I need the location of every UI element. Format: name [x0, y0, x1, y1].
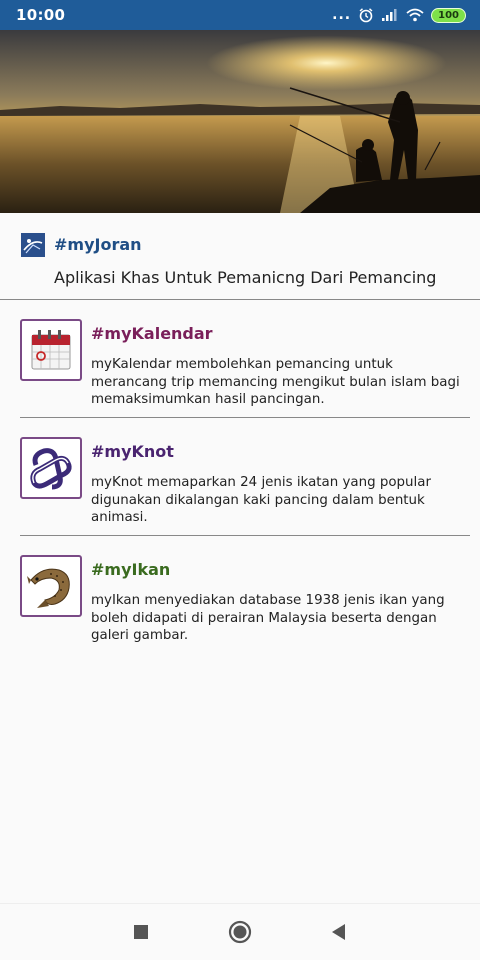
- signal-icon: [382, 9, 397, 21]
- feature-title-text: #myKnot: [91, 442, 174, 461]
- system-nav-bar: [0, 903, 480, 960]
- feature-title: #myIkan: [91, 560, 170, 579]
- calendar-icon: [31, 330, 71, 370]
- recents-square-icon[interactable]: [129, 920, 153, 944]
- fish-icon-frame: [20, 555, 82, 617]
- feature-title-text: #myIkan: [91, 560, 171, 579]
- notification-dots: ...: [332, 7, 352, 23]
- fish-icon: [27, 568, 70, 608]
- feature-card-myknot[interactable]: #myKnot myKnot memaparkan 24 jenis ikata…: [0, 418, 480, 536]
- feature-card-myikan[interactable]: #myIkan myIkan menyediakan database 1938…: [0, 536, 480, 654]
- feature-description: myKalendar membolehkan pemancing untuk m…: [91, 357, 460, 407]
- app-header: #myJoran Aplikasi Khas Untuk Pemanicng D…: [0, 213, 480, 300]
- alarm-icon: [359, 8, 373, 23]
- hero-banner: [0, 30, 480, 213]
- app-name: #myJoran: [54, 235, 142, 254]
- feature-title-text: #myKalendar: [91, 324, 213, 343]
- feature-title: #myKnot: [91, 442, 174, 461]
- knot-icon: [30, 448, 72, 490]
- sunset-fishing-photo: [0, 30, 480, 213]
- battery-icon: 100: [431, 7, 466, 23]
- status-bar: 10:00 ... 100: [0, 0, 480, 30]
- status-time: 10:00: [16, 6, 66, 24]
- myjoran-logo-icon: [21, 233, 45, 257]
- feature-card-mykalendar[interactable]: #myKalendar myKalendar membolehkan peman…: [0, 300, 480, 418]
- wifi-icon: [406, 8, 424, 22]
- knot-icon-frame: [20, 437, 82, 499]
- calendar-icon-frame: [20, 319, 82, 381]
- home-circle-icon[interactable]: [228, 920, 252, 944]
- app-tagline: Aplikasi Khas Untuk Pemanicng Dari Peman…: [54, 268, 437, 287]
- feature-description: myIkan menyediakan database 1938 jenis i…: [91, 593, 445, 643]
- status-icons: ... 100: [332, 7, 466, 23]
- feature-title: #myKalendar: [91, 324, 213, 343]
- back-triangle-icon[interactable]: [327, 920, 351, 944]
- feature-description: myKnot memaparkan 24 jenis ikatan yang p…: [91, 475, 431, 525]
